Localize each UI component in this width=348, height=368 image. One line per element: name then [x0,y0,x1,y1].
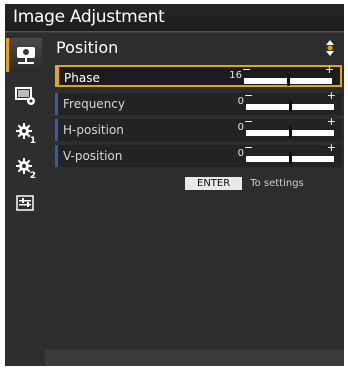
sidebar-item-settings-2[interactable]: 2 [8,150,41,184]
slider-thumb[interactable] [288,152,292,164]
to-settings-label: To settings [250,177,304,189]
setting-label: Phase [64,71,100,85]
slider-thumb[interactable] [286,74,290,86]
setting-row-v-position[interactable]: V-position 0 − + [55,141,342,167]
section-header: Position [52,37,341,61]
sidebar-item-sliders[interactable] [8,186,41,220]
setting-value: 0 [237,122,244,133]
setting-row-frequency[interactable]: Frequency 0 − + [55,89,342,115]
slider-minus: − [244,89,254,102]
slider-minus: − [244,115,254,128]
sidebar-sub-label: 2 [29,171,36,181]
section-title: Position [56,38,119,57]
sidebar-item-settings-1[interactable]: 1 [8,115,41,149]
monitor-settings-icon [14,87,35,105]
image-position-icon [16,47,35,64]
slider-minus: − [244,141,254,154]
footer-hint: ENTER To settings [185,176,304,190]
window-title: Image Adjustment [13,7,165,27]
main-panel: Position Phase 16 − + Frequency 0 − + H-… [45,33,344,350]
frequency-slider[interactable]: − + [244,89,336,112]
slider-plus: + [326,115,336,128]
h-position-slider[interactable]: − + [244,115,336,138]
setting-label: V-position [63,149,123,163]
phase-slider[interactable]: − + [242,63,334,86]
sidebar-sub-label: 1 [29,136,36,146]
setting-value: 0 [237,148,244,159]
image-adjustment-window: Image Adjustment 1 2 Position Phase 16 −… [5,4,344,366]
sidebar-item-image-position[interactable] [6,38,42,72]
bottom-strip [45,350,344,366]
slider-thumb[interactable] [288,126,292,138]
v-position-slider[interactable]: − + [244,141,336,164]
setting-label: Frequency [63,97,125,111]
slider-plus: + [326,141,336,154]
sidebar-item-monitor[interactable] [8,79,41,113]
setting-label: H-position [63,123,124,137]
slider-thumb[interactable] [288,100,292,112]
setting-value: 16 [229,70,242,81]
slider-plus: + [326,89,336,102]
setting-row-phase[interactable]: Phase 16 − + [55,63,342,87]
setting-row-h-position[interactable]: H-position 0 − + [55,115,342,141]
slider-minus: − [242,63,252,76]
up-down-arrow-icon[interactable] [325,40,335,56]
enter-button[interactable]: ENTER [185,176,243,190]
title-bar: Image Adjustment [5,4,344,32]
setting-value: 0 [237,96,244,107]
slider-plus: + [324,63,334,76]
sliders-icon [15,195,34,211]
sidebar: 1 2 [5,33,45,366]
